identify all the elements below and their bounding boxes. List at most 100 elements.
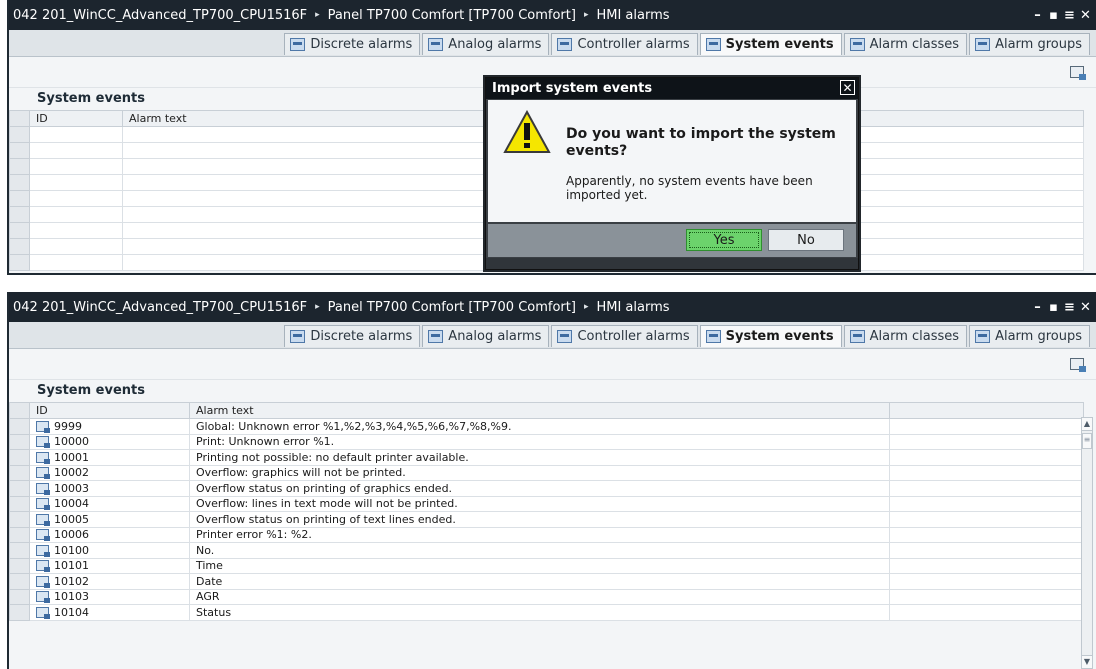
alarm-text-cell[interactable]: Printer error %1: %2.: [189, 526, 890, 543]
breadcrumb-editor[interactable]: HMI alarms: [596, 300, 669, 315]
row-header[interactable]: [9, 433, 30, 450]
tab-label: Analog alarms: [448, 37, 542, 52]
alarm-text-cell[interactable]: Overflow status on printing of text line…: [189, 511, 890, 528]
alarm-text-cell[interactable]: Time: [189, 557, 890, 574]
column-header-alarm-text[interactable]: Alarm text: [189, 402, 890, 419]
table-row[interactable]: 10101 Time: [9, 557, 1084, 574]
table-row[interactable]: 10001 Printing not possible: no default p…: [9, 449, 1084, 466]
system-event-icon: [36, 436, 50, 449]
minimize-icon[interactable]: –: [1031, 9, 1044, 22]
row-header[interactable]: [9, 449, 30, 466]
table-row[interactable]: 10000 Print: Unknown error %1.: [9, 433, 1084, 450]
alarm-text-cell[interactable]: Overflow: graphics will not be printed.: [189, 464, 890, 481]
column-header-id[interactable]: ID: [29, 110, 123, 127]
table-row[interactable]: 10104 Status: [9, 604, 1084, 621]
row-header[interactable]: [9, 418, 30, 435]
close-icon[interactable]: ✕: [1079, 9, 1092, 22]
event-id-cell[interactable]: 10002: [29, 464, 190, 481]
table-row[interactable]: 10002 Overflow: graphics will not be prin…: [9, 464, 1084, 481]
table-row[interactable]: 10006 Printer error %1: %2.: [9, 526, 1084, 543]
event-id-cell[interactable]: 10102: [29, 573, 190, 590]
tab-system-events[interactable]: System events: [699, 33, 842, 55]
row-header[interactable]: [9, 511, 30, 528]
event-id-cell[interactable]: 10100: [29, 542, 190, 559]
scroll-down-icon[interactable]: ▼: [1082, 655, 1092, 668]
tab-discrete-alarms[interactable]: Discrete alarms: [284, 325, 421, 347]
alarm-text-cell[interactable]: Global: Unknown error %1,%2,%3,%4,%5,%6,…: [189, 418, 890, 435]
tab-analog-alarms[interactable]: Analog alarms: [422, 325, 550, 347]
row-header[interactable]: [9, 573, 30, 590]
no-button[interactable]: No: [768, 229, 844, 251]
table-row[interactable]: 10100 No.: [9, 542, 1084, 559]
alarm-text-cell[interactable]: Print: Unknown error %1.: [189, 433, 890, 450]
event-id-cell[interactable]: 10003: [29, 480, 190, 497]
tab-analog-alarms[interactable]: Analog alarms: [422, 33, 550, 55]
tab-alarm-groups[interactable]: Alarm groups: [969, 33, 1090, 55]
float-icon[interactable]: ▪: [1047, 9, 1060, 22]
event-id-cell[interactable]: 10001: [29, 449, 190, 466]
tab-controller-alarms[interactable]: Controller alarms: [551, 33, 698, 55]
tab-alarm-classes[interactable]: Alarm classes: [843, 33, 968, 55]
event-id-cell[interactable]: 10000: [29, 433, 190, 450]
row-header[interactable]: [9, 588, 30, 605]
table-row[interactable]: 10004 Overflow: lines in text mode will n…: [9, 495, 1084, 512]
event-id-cell[interactable]: 9999: [29, 418, 190, 435]
close-icon[interactable]: ✕: [1079, 301, 1092, 314]
yes-button[interactable]: Yes: [686, 229, 762, 251]
editor-title-bar: 042 201_WinCC_Advanced_TP700_CPU1516F ▸ …: [9, 0, 1096, 30]
breadcrumb-editor[interactable]: HMI alarms: [596, 8, 669, 23]
tab-system-events[interactable]: System events: [699, 325, 842, 347]
breadcrumb-project[interactable]: 042 201_WinCC_Advanced_TP700_CPU1516F: [13, 8, 307, 23]
minimize-icon[interactable]: –: [1031, 301, 1044, 314]
vertical-scrollbar[interactable]: ▲ ≡ ▼: [1081, 417, 1093, 669]
tab-alarm-groups[interactable]: Alarm groups: [969, 325, 1090, 347]
table-row[interactable]: 10102 Date: [9, 573, 1084, 590]
import-events-icon[interactable]: [1070, 358, 1086, 372]
breadcrumb-device[interactable]: Panel TP700 Comfort [TP700 Comfort]: [328, 8, 576, 23]
close-icon[interactable]: ✕: [840, 80, 855, 95]
tab-label: Alarm classes: [869, 329, 960, 344]
alarm-text-cell[interactable]: Date: [189, 573, 890, 590]
alarm-text-cell[interactable]: Overflow: lines in text mode will not be…: [189, 495, 890, 512]
scroll-up-icon[interactable]: ▲: [1082, 418, 1092, 431]
column-header-alarm-text[interactable]: Alarm text: [122, 110, 523, 127]
tab-controller-alarms[interactable]: Controller alarms: [551, 325, 698, 347]
event-id-cell[interactable]: 10005: [29, 511, 190, 528]
alarm-text-cell[interactable]: Overflow status on printing of graphics …: [189, 480, 890, 497]
system-event-icon: [705, 330, 721, 343]
row-header[interactable]: [9, 557, 30, 574]
maximize-icon[interactable]: ≡: [1063, 9, 1076, 22]
table-row[interactable]: 9999 Global: Unknown error %1,%2,%3,%4,%5…: [9, 418, 1084, 435]
table-row[interactable]: 10005 Overflow status on printing of text…: [9, 511, 1084, 528]
breadcrumb-project[interactable]: 042 201_WinCC_Advanced_TP700_CPU1516F: [13, 300, 307, 315]
alarm-text-cell[interactable]: Status: [189, 604, 890, 621]
blank-cell: [889, 418, 1084, 435]
alarm-text-cell[interactable]: No.: [189, 542, 890, 559]
row-header[interactable]: [9, 495, 30, 512]
row-header[interactable]: [9, 464, 30, 481]
system-event-icon: [36, 591, 50, 604]
column-header-id[interactable]: ID: [29, 402, 190, 419]
table-row[interactable]: 10003 Overflow status on printing of grap…: [9, 480, 1084, 497]
maximize-icon[interactable]: ≡: [1063, 301, 1076, 314]
event-id-cell[interactable]: 10006: [29, 526, 190, 543]
table-row[interactable]: 10103 AGR: [9, 588, 1084, 605]
scroll-thumb[interactable]: ≡: [1082, 433, 1092, 449]
event-id-cell[interactable]: 10004: [29, 495, 190, 512]
float-icon[interactable]: ▪: [1047, 301, 1060, 314]
event-id-cell[interactable]: 10103: [29, 588, 190, 605]
alarm-group-icon: [975, 38, 991, 51]
tab-discrete-alarms[interactable]: Discrete alarms: [284, 33, 421, 55]
event-id-cell[interactable]: 10101: [29, 557, 190, 574]
event-id-cell[interactable]: 10104: [29, 604, 190, 621]
row-header[interactable]: [9, 604, 30, 621]
blank-cell: [889, 526, 1084, 543]
row-header[interactable]: [9, 526, 30, 543]
import-events-icon[interactable]: [1070, 66, 1086, 80]
row-header[interactable]: [9, 542, 30, 559]
breadcrumb-device[interactable]: Panel TP700 Comfort [TP700 Comfort]: [328, 300, 576, 315]
alarm-text-cell[interactable]: Printing not possible: no default printe…: [189, 449, 890, 466]
row-header[interactable]: [9, 480, 30, 497]
alarm-text-cell[interactable]: AGR: [189, 588, 890, 605]
tab-alarm-classes[interactable]: Alarm classes: [843, 325, 968, 347]
